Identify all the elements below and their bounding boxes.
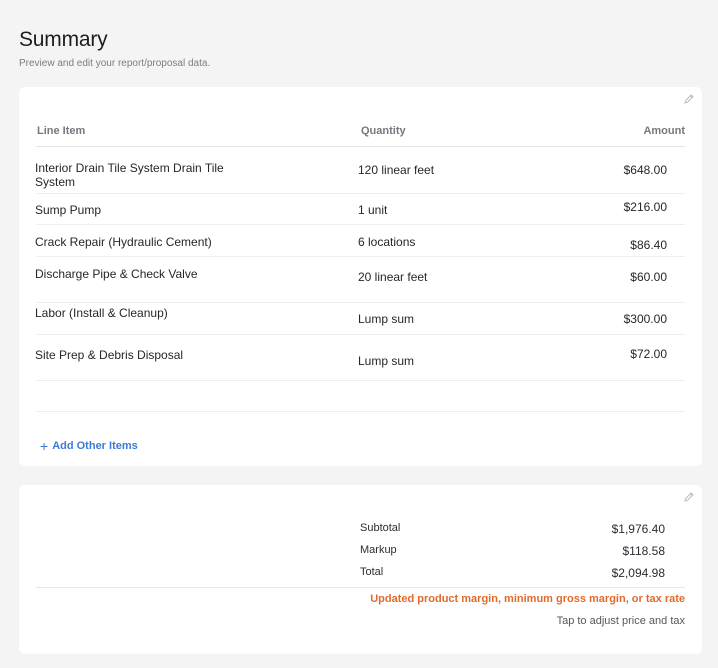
pencil-icon[interactable] <box>683 491 695 503</box>
page-title: Summary <box>19 28 108 51</box>
add-other-items-button[interactable]: + Add Other Items <box>40 437 138 454</box>
row-amount: $300.00 <box>623 312 667 326</box>
add-other-items-label: Add Other Items <box>52 440 138 452</box>
row-quantity: 6 locations <box>358 235 416 249</box>
row-amount: $216.00 <box>623 200 667 214</box>
adjust-price-link[interactable]: Tap to adjust price and tax <box>557 615 685 627</box>
column-header-quantity: Quantity <box>361 125 406 137</box>
row-item-name: Discharge Pipe & Check Valve <box>35 267 198 281</box>
table-row[interactable]: Labor (Install & Cleanup) Lump sum $300.… <box>35 303 685 335</box>
row-item-name: Sump Pump <box>35 203 102 217</box>
column-header-line-item: Line Item <box>37 125 86 137</box>
table-row-empty <box>36 381 685 412</box>
row-quantity: Lump sum <box>358 354 415 368</box>
table-row[interactable]: Sump Pump 1 unit $216.00 <box>35 194 685 225</box>
row-quantity: Lump sum <box>358 312 415 326</box>
table-row[interactable]: Interior Drain Tile System Drain Tile Sy… <box>35 148 685 194</box>
table-row[interactable]: Discharge Pipe & Check Valve 20 linear f… <box>35 257 685 303</box>
row-item-name: Labor (Install & Cleanup) <box>35 306 168 320</box>
row-amount: $648.00 <box>623 163 667 177</box>
total-value: $2,094.98 <box>611 566 665 580</box>
line-items-card: Line Item Quantity Amount Interior Drain… <box>19 87 702 466</box>
margin-warning: Updated product margin, minimum gross ma… <box>370 593 685 605</box>
markup-value: $118.58 <box>622 544 666 558</box>
plus-icon: + <box>40 437 49 454</box>
row-amount: $86.40 <box>630 238 667 252</box>
table-header: Line Item Quantity Amount <box>36 123 685 147</box>
pencil-icon[interactable] <box>683 93 695 105</box>
markup-label: Markup <box>360 544 397 556</box>
page-subtitle: Preview and edit your report/proposal da… <box>19 58 211 69</box>
row-quantity: 120 linear feet <box>358 163 435 177</box>
table-row[interactable]: Site Prep & Debris Disposal Lump sum $72… <box>35 335 685 381</box>
totals-divider <box>36 587 685 588</box>
subtotal-value: $1,976.40 <box>611 522 665 536</box>
column-header-amount: Amount <box>643 125 685 137</box>
row-item-name: Crack Repair (Hydraulic Cement) <box>35 235 212 249</box>
totals-card: Subtotal $1,976.40 Markup $118.58 Total … <box>19 485 702 654</box>
subtotal-label: Subtotal <box>360 522 401 534</box>
table-row[interactable]: Crack Repair (Hydraulic Cement) 6 locati… <box>35 225 685 257</box>
row-amount: $60.00 <box>630 270 667 284</box>
row-amount: $72.00 <box>630 347 667 361</box>
row-quantity: 20 linear feet <box>358 270 428 284</box>
row-item-name: Interior Drain Tile System Drain Tile Sy… <box>35 161 224 189</box>
total-label: Total <box>360 566 384 578</box>
row-item-name: Site Prep & Debris Disposal <box>35 348 184 362</box>
row-quantity: 1 unit <box>358 203 388 217</box>
